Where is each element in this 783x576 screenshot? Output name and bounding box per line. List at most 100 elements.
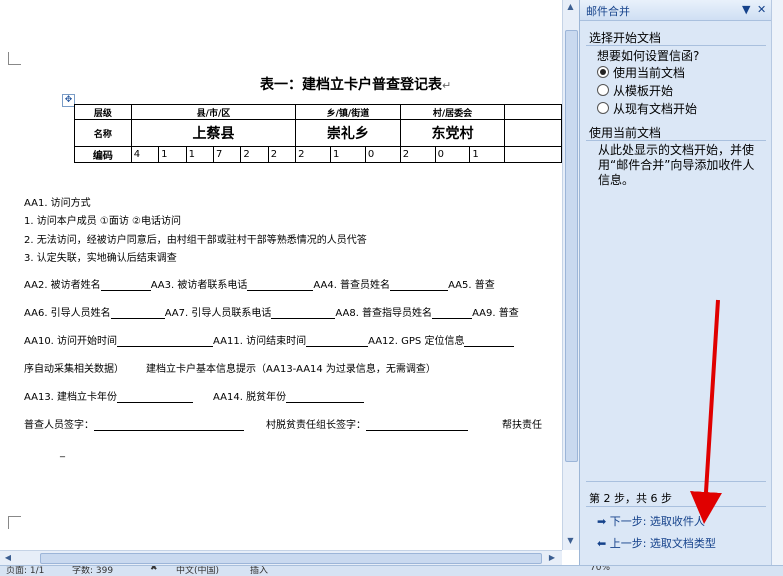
field-label: AA4. 普查员姓名 (313, 280, 391, 291)
field-label: AA13. 建档立卡年份 (24, 392, 118, 403)
doc-line-signatures: 普查人员签字： 村脱贫责任组长签字： 帮扶责任 (24, 416, 542, 431)
next-step-link[interactable]: ➡ 下一步: 选取收件人 (597, 513, 705, 529)
code-cell: 1 (158, 146, 187, 163)
status-word-count[interactable]: 字数: 399 (72, 566, 113, 576)
table-cell: 县/市/区 (130, 104, 297, 120)
document-horizontal-scrollbar[interactable]: ◀ ▶ (0, 550, 562, 565)
section-title-start-document: 选择开始文档 (589, 31, 662, 45)
status-language[interactable]: 中文(中国) (176, 566, 219, 576)
field-label: AA7. 引导人员联系电话 (164, 308, 272, 319)
pane-close-icon[interactable]: ✕ (757, 3, 766, 16)
status-zoom-level[interactable]: 70% (590, 566, 610, 573)
field-label: AA14. 脱贫年份 (213, 392, 287, 403)
table-cell (504, 104, 562, 120)
field-label: AA10. 访问开始时间 (24, 336, 118, 347)
horizontal-scroll-thumb[interactable] (40, 553, 542, 564)
field-label: 建档立卡户基本信息提示（AA13-AA14 为过录信息，无需调查） (146, 364, 436, 375)
field-label: AA12. GPS 定位信息 (368, 336, 465, 347)
radio-from-template[interactable]: 从模板开始 (597, 82, 673, 99)
radio-selected-icon[interactable] (597, 66, 609, 78)
code-cell: 1 (185, 146, 214, 163)
radio-icon[interactable] (597, 102, 609, 114)
field-label: AA6. 引导人员姓名 (24, 308, 111, 319)
section-divider (586, 506, 766, 507)
section-title-use-current: 使用当前文档 (589, 126, 662, 140)
table-cell (504, 119, 562, 147)
code-cell: 2 (399, 146, 436, 163)
doc-line-aa1: AA1. 访问方式 (24, 198, 91, 209)
doc-line-option3: 3. 认定失联，实地确认后结束调查 (24, 253, 177, 264)
code-cell: 4 (130, 146, 160, 163)
field-label: 村脱贫责任组长签字： (266, 420, 366, 431)
document-vertical-scrollbar[interactable]: ▲ ▼ (562, 0, 579, 550)
table-cell: 乡/镇/街道 (295, 104, 401, 120)
table-cell: 编码 (74, 146, 132, 163)
mail-merge-pane: 邮件合并 ▼ ✕ 选择开始文档 想要如何设置信函? 使用当前文档 从模板开始 从… (579, 0, 772, 565)
field-label: 帮扶责任 (502, 420, 542, 431)
code-cell: 0 (434, 146, 471, 163)
vertical-scroll-thumb[interactable] (565, 30, 578, 462)
doc-line-option1: 1. 访问本户成员 ①面访 ②电话访问 (24, 216, 182, 227)
document-title: 表一：建档立卡户普查登记表↵ (260, 77, 452, 93)
radio-label: 从模板开始 (613, 84, 674, 98)
status-page[interactable]: 页面: 1/1 (6, 566, 44, 576)
field-label: AA8. 普查指导员姓名 (335, 308, 433, 319)
pane-header: 邮件合并 ▼ ✕ (580, 0, 772, 21)
status-proofing-icon[interactable]: ✖ (150, 566, 158, 573)
status-insert-mode[interactable]: 插入 (250, 566, 268, 576)
section-divider (586, 45, 766, 46)
section-divider (586, 140, 766, 141)
table-cell-village: 东党村 (399, 119, 506, 147)
doc-line-aa10-12: AA10. 访问开始时间 AA11. 访问结束时间 AA12. GPS 定位信息 (24, 332, 515, 347)
registration-table: 层级 县/市/区 乡/镇/街道 村/居委会 名称 上蔡县 崇礼乡 东党村 编码 … (74, 104, 562, 163)
radio-label: 使用当前文档 (613, 66, 686, 80)
setup-question: 想要如何设置信函? (597, 49, 700, 63)
field-label: AA3. 被访者联系电话 (150, 280, 248, 291)
doc-cursor-mark: _ (60, 447, 65, 458)
scroll-right-icon[interactable]: ▶ (546, 552, 558, 564)
previous-step-link[interactable]: ⬅ 上一步: 选取文档类型 (597, 535, 716, 551)
doc-line-option2: 2. 无法访问，经被访户同意后，由村组干部或驻村干部等熟悉情况的人员代答 (24, 235, 367, 246)
previous-step-label: 上一步: 选取文档类型 (609, 537, 716, 550)
radio-icon[interactable] (597, 84, 609, 96)
field-label: AA11. 访问结束时间 (213, 336, 307, 347)
previous-arrow-icon: ⬅ (597, 537, 607, 550)
pane-description: 从此处显示的文档开始，并使用“邮件合并”向导添加收件人信息。 (598, 143, 755, 187)
table-cell-county: 上蔡县 (130, 119, 297, 147)
code-cell: 2 (295, 146, 331, 163)
code-cell: 0 (364, 146, 401, 163)
radio-label: 从现有文档开始 (613, 102, 698, 116)
doc-line-aa6-9: AA6. 引导人员姓名 AA7. 引导人员联系电话 AA8. 普查指导员姓名 AA9.… (24, 304, 519, 319)
table-cell: 名称 (74, 119, 132, 147)
doc-line-aa2-5: AA2. 被访者姓名 AA3. 被访者联系电话 AA4. 普查员姓名 AA5. 普查 (24, 276, 495, 291)
code-cell: 2 (267, 146, 297, 163)
field-label: 普查人员签字： (24, 420, 94, 431)
field-label: AA9. 普查 (472, 308, 519, 319)
section-divider (586, 481, 766, 482)
scroll-up-icon[interactable]: ▲ (565, 2, 576, 12)
doc-line-aa13-14: AA13. 建档立卡年份 AA14. 脱贫年份 (24, 388, 365, 403)
scroll-down-icon[interactable]: ▼ (565, 536, 576, 546)
next-step-label: 下一步: 选取收件人 (609, 515, 705, 528)
crop-mark-bottom-left (8, 516, 21, 529)
document-page[interactable]: 表一：建档立卡户普查登记表↵ ✥ 层级 县/市/区 乡/镇/街道 村/居委会 名… (0, 0, 562, 550)
table-cell: 层级 (74, 104, 132, 120)
radio-from-existing-document[interactable]: 从现有文档开始 (597, 100, 697, 117)
radio-use-current-document[interactable]: 使用当前文档 (597, 64, 685, 81)
scroll-left-icon[interactable]: ◀ (2, 552, 14, 564)
wizard-step-indicator: 第 2 步，共 6 步 (589, 492, 672, 505)
field-label: 序自动采集相关数据） (24, 364, 124, 375)
crop-mark-top-left (8, 52, 21, 65)
table-cell: 村/居委会 (399, 104, 506, 120)
table-cell-township: 崇礼乡 (295, 119, 401, 147)
field-label: AA2. 被访者姓名 (24, 280, 101, 291)
field-label: AA5. 普查 (448, 280, 495, 291)
code-cell: 2 (240, 146, 269, 163)
code-cell: 1 (469, 146, 506, 163)
pane-options-dropdown-icon[interactable]: ▼ (742, 3, 750, 16)
code-cell: 1 (329, 146, 366, 163)
code-cell: 7 (212, 146, 242, 163)
table-cell (504, 146, 562, 163)
pane-title: 邮件合并 (586, 5, 630, 18)
doc-line-hint: 序自动采集相关数据） 建档立卡户基本信息提示（AA13-AA14 为过录信息，无需… (24, 360, 436, 375)
